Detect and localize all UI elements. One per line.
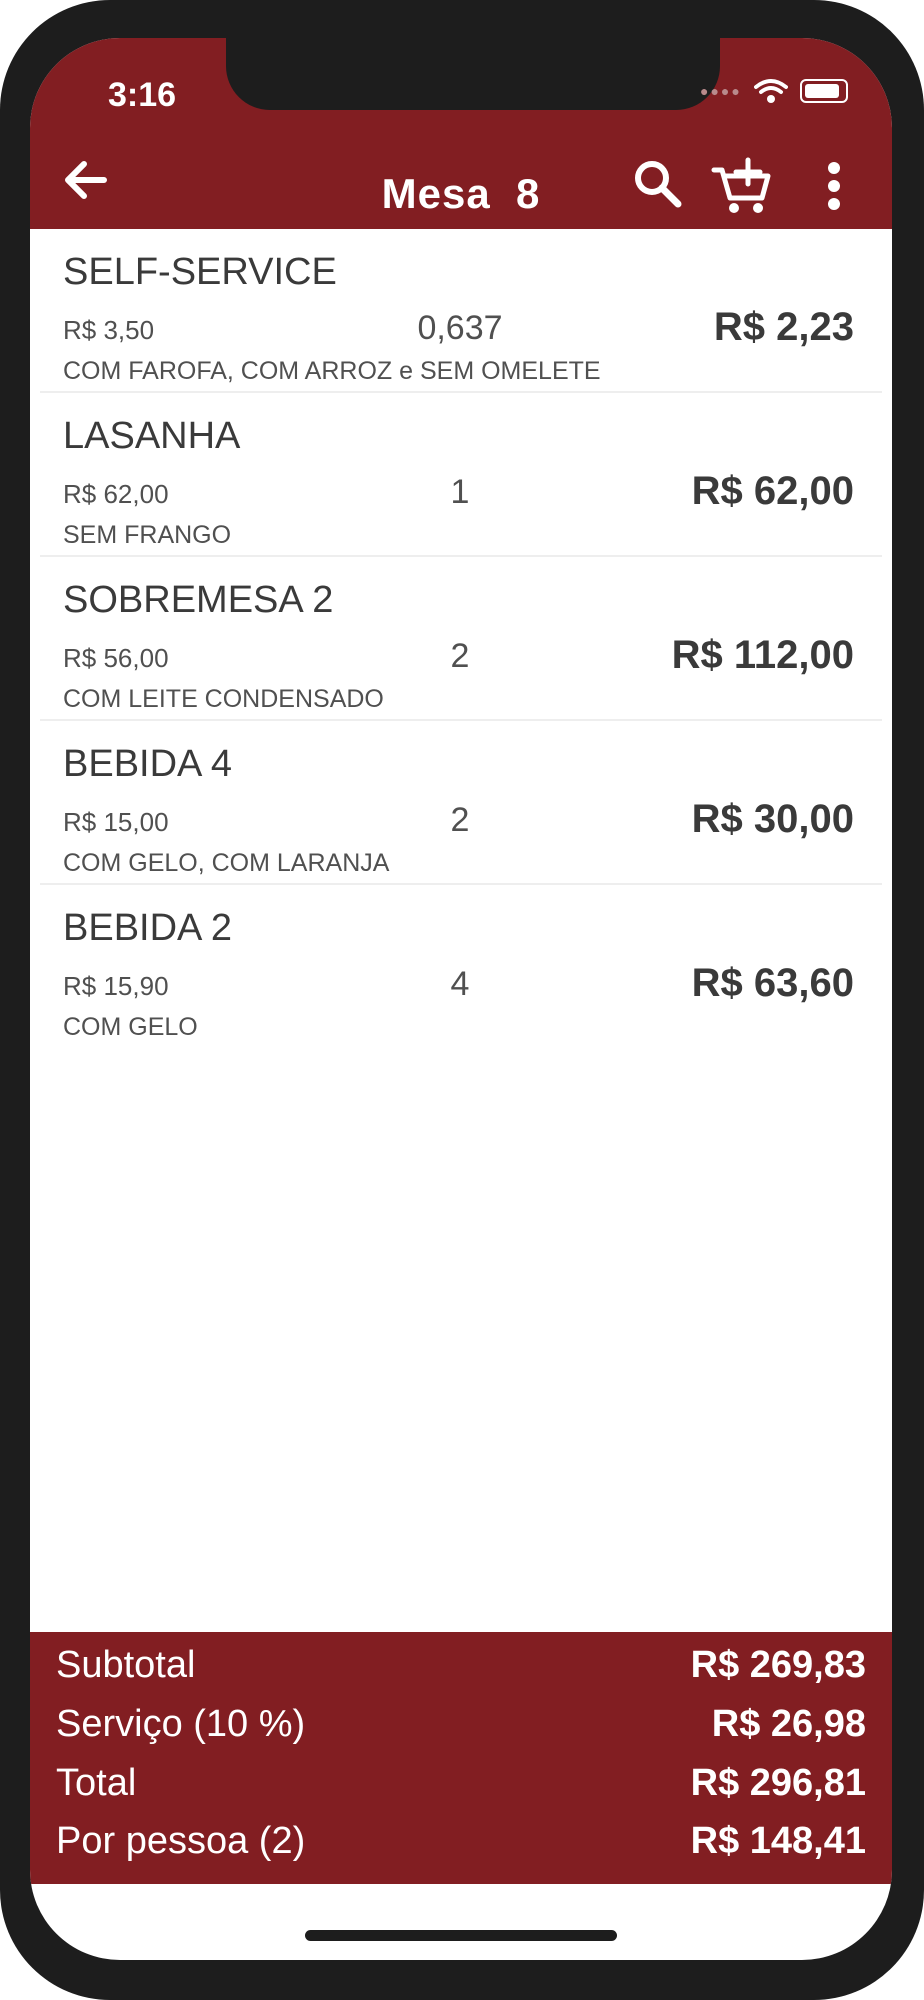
order-item[interactable]: LASANHA R$ 62,00 1 R$ 62,00 SEM FRANGO: [40, 393, 882, 557]
order-item[interactable]: BEBIDA 2 R$ 15,90 4 R$ 63,60 COM GELO: [40, 885, 882, 1047]
subtotal-value: R$ 269,83: [690, 1644, 866, 1686]
item-quantity: 1: [450, 473, 470, 511]
item-unit-price: R$ 3,50: [63, 315, 155, 345]
total-label: Total: [56, 1762, 137, 1804]
cart-plus-icon: [711, 157, 771, 213]
more-options-button[interactable]: [820, 156, 880, 216]
home-indicator[interactable]: [305, 1930, 617, 1941]
order-item[interactable]: SOBREMESA 2 R$ 56,00 2 R$ 112,00 COM LEI…: [40, 557, 882, 721]
item-note: SEM FRANGO: [63, 521, 232, 549]
notch: [226, 38, 720, 110]
service-label: Serviço (10 %): [56, 1703, 306, 1745]
item-name: BEBIDA 4: [63, 743, 232, 785]
total-value: R$ 296,81: [690, 1762, 866, 1804]
per-person-label: Por pessoa (2): [56, 1820, 306, 1862]
order-item[interactable]: BEBIDA 4 R$ 15,00 2 R$ 30,00 COM GELO, C…: [40, 721, 882, 885]
app-bar: 3:16 ●●●● Mesa 8: [30, 38, 892, 229]
subtotal-row: Subtotal R$ 269,83: [56, 1644, 866, 1702]
item-quantity: 2: [450, 801, 470, 839]
per-person-row: Por pessoa (2) R$ 148,41: [56, 1820, 866, 1878]
order-item[interactable]: SELF-SERVICE R$ 3,50 0,637 R$ 2,23 COM F…: [40, 229, 882, 393]
item-name: SELF-SERVICE: [63, 251, 337, 293]
item-note: COM FAROFA, COM ARROZ e SEM OMELETE: [63, 357, 601, 385]
item-note: COM GELO: [63, 1013, 198, 1041]
phone-frame: 3:16 ●●●● Mesa 8 SELF-SERVICE R$ 3,50 0,…: [0, 0, 924, 2000]
wifi-icon: [753, 79, 788, 103]
item-unit-price: R$ 62,00: [63, 479, 169, 509]
status-icons: ●●●●: [700, 78, 848, 104]
item-quantity: 0,637: [417, 309, 503, 347]
item-total: R$ 63,60: [691, 961, 854, 1005]
more-vertical-icon: [828, 162, 840, 210]
item-quantity: 4: [450, 965, 470, 1003]
order-items-list: SELF-SERVICE R$ 3,50 0,637 R$ 2,23 COM F…: [40, 229, 882, 1047]
status-time: 3:16: [108, 76, 177, 114]
search-icon: [635, 161, 682, 208]
item-note: COM GELO, COM LARANJA: [63, 849, 390, 877]
signal-icon: ●●●●: [700, 83, 742, 99]
item-name: SOBREMESA 2: [63, 579, 334, 621]
item-total: R$ 112,00: [671, 633, 854, 677]
subtotal-label: Subtotal: [56, 1644, 196, 1686]
search-button[interactable]: [628, 156, 688, 216]
service-value: R$ 26,98: [711, 1703, 866, 1745]
add-to-cart-button[interactable]: [710, 156, 771, 216]
item-quantity: 2: [450, 637, 470, 675]
item-total: R$ 30,00: [691, 797, 854, 841]
item-note: COM LEITE CONDENSADO: [63, 685, 384, 713]
item-unit-price: R$ 15,90: [63, 971, 169, 1001]
order-summary: Subtotal R$ 269,83 Serviço (10 %) R$ 26,…: [30, 1632, 892, 1884]
app-screen: 3:16 ●●●● Mesa 8 SELF-SERVICE R$ 3,50 0,…: [30, 38, 892, 1960]
item-name: LASANHA: [63, 415, 241, 457]
item-unit-price: R$ 56,00: [63, 643, 169, 673]
item-unit-price: R$ 15,00: [63, 807, 169, 837]
item-name: BEBIDA 2: [63, 907, 232, 949]
item-total: R$ 2,23: [713, 305, 854, 349]
total-row: Total R$ 296,81: [56, 1762, 866, 1820]
battery-icon: [799, 79, 848, 103]
item-total: R$ 62,00: [691, 469, 854, 513]
per-person-value: R$ 148,41: [690, 1820, 866, 1862]
service-row: Serviço (10 %) R$ 26,98: [56, 1703, 866, 1761]
